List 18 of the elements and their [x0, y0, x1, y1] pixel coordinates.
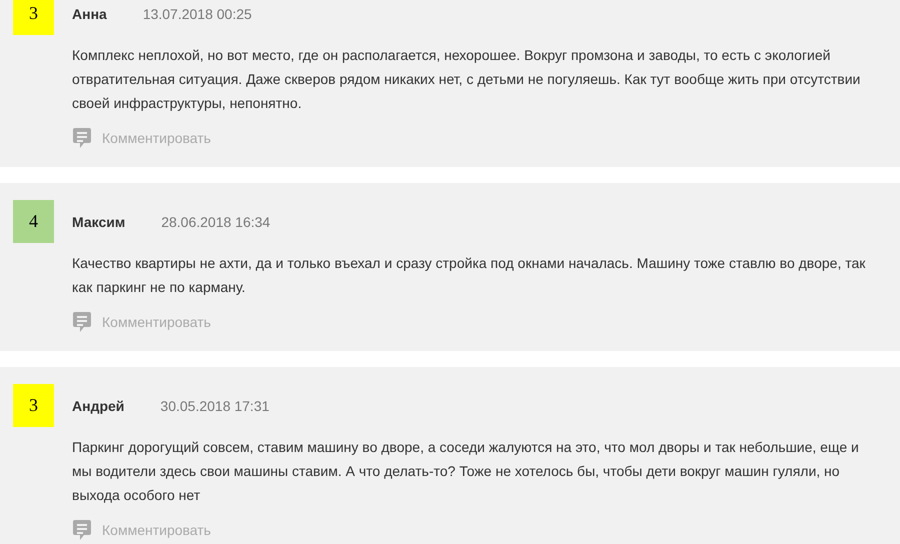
review-text: Комплекс неплохой, но вот место, где он располагается, нехорошее. Вокруг промзона и заводы, то есть с экологией отвратительная ситуация. Даже скверов рядом никаких нет, с детьми не погуляешь. Как тут вообще жить при отсутствии своей инфраструктуры, непонятно. — [72, 46, 862, 113]
author-name: Максим — [72, 214, 126, 230]
author-name: Анна — [72, 6, 107, 22]
review-text: Паркинг дорогущий совсем, ставим машину во дворе, а соседи жалуются на это, что мол дворы и так небольшие, еще и мы водители здесь свои машины ставим. А что делать-то? Тоже не хотелось бы, чтобы дети вокруг машин гуляли, но выхода особого нет — [72, 438, 860, 505]
rating-badge: 3 — [13, 384, 54, 427]
comment-link[interactable]: Комментировать — [102, 522, 211, 538]
speech-bubble-icon[interactable] — [72, 311, 92, 333]
comment-link[interactable]: Комментировать — [102, 314, 211, 330]
rating-badge: 3 — [13, 0, 54, 35]
comment-link[interactable]: Комментировать — [102, 130, 211, 146]
author-name: Андрей — [72, 398, 124, 414]
review-date: 13.07.2018 00:25 — [142, 6, 252, 22]
speech-bubble-icon[interactable] — [72, 519, 92, 541]
review-date: 30.05.2018 17:31 — [160, 398, 270, 414]
review-date: 28.06.2018 16:34 — [161, 214, 270, 230]
speech-bubble-icon[interactable] — [72, 127, 92, 149]
review-text: Качество квартиры не ахти, да и только въехал и сразу стройка под окнами началась. Машину тоже ставлю во дворе, так как паркинг не по карману. — [72, 254, 866, 297]
rating-badge: 4 — [13, 200, 54, 243]
